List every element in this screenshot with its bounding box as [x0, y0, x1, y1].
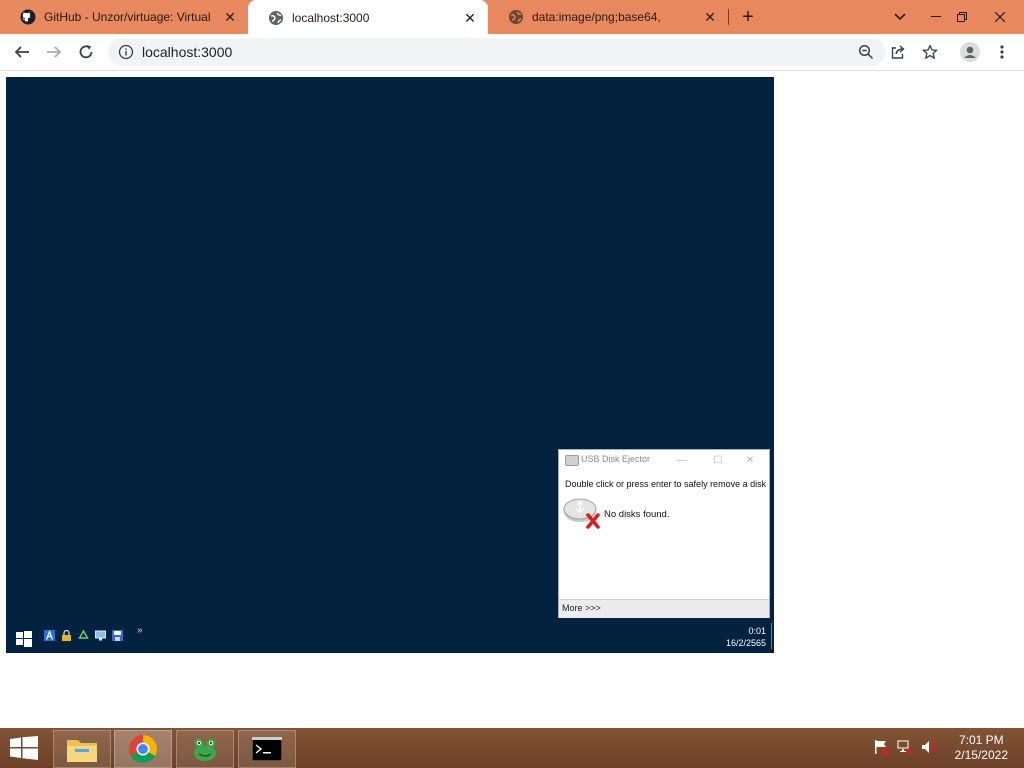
tab-data-image[interactable]: data:image/png;base64, ✕: [488, 0, 728, 34]
chrome-icon[interactable]: [114, 730, 172, 768]
zoom-icon[interactable]: [852, 38, 880, 66]
tab-localhost[interactable]: localhost:3000 ✕: [248, 0, 488, 36]
address-bar[interactable]: localhost:3000: [108, 38, 886, 66]
host-clock-date: 2/15/2022: [954, 748, 1008, 762]
host-clock-time: 7:01 PM: [958, 733, 1004, 747]
close-window-icon[interactable]: [984, 0, 1016, 34]
globe-icon: [268, 10, 284, 26]
close-icon[interactable]: ✕: [743, 452, 757, 468]
network-icon[interactable]: [896, 738, 914, 756]
more-button[interactable]: More >>>: [562, 603, 601, 613]
tab-title: localhost:3000: [292, 11, 370, 25]
browser-toolbar: localhost:3000: [0, 34, 1024, 71]
status-text: No disks found.: [604, 509, 670, 520]
remote-desktop-canvas[interactable]: USB Disk Ejector — ☐ ✕ Double click or p…: [6, 77, 774, 653]
usb-drive-icon: [565, 455, 579, 466]
remote-taskbar: » 0:01 16/2/2565: [6, 618, 774, 653]
usb-disk-ejector-window[interactable]: USB Disk Ejector — ☐ ✕ Double click or p…: [558, 449, 770, 619]
url-text: localhost:3000: [142, 44, 233, 60]
windows-start-icon[interactable]: [16, 631, 32, 647]
action-center-flag-icon[interactable]: [872, 738, 890, 756]
close-tab-icon[interactable]: ✕: [222, 9, 238, 25]
forward-icon[interactable]: [40, 38, 68, 66]
quick-launch-chevron-icon[interactable]: »: [137, 625, 143, 636]
disk-error-icon: [563, 496, 601, 530]
terminal-icon[interactable]: [238, 730, 296, 768]
remote-clock-date: 16/2/2565: [725, 638, 766, 648]
tab-title: GitHub - Unzor/virtuage: Virtual: [44, 10, 211, 24]
profile-avatar-icon[interactable]: [956, 38, 984, 66]
tab-search-chevron-icon[interactable]: [884, 0, 916, 34]
frog-app-icon[interactable]: [176, 730, 234, 768]
window-title: USB Disk Ejector: [581, 454, 651, 464]
window-titlebar[interactable]: USB Disk Ejector — ☐ ✕: [559, 450, 769, 470]
browser-tab-strip: GitHub - Unzor/virtuage: Virtual ✕ local…: [0, 0, 1024, 36]
monitor-icon[interactable]: [95, 628, 106, 641]
more-bar: More >>>: [559, 599, 769, 618]
back-icon[interactable]: [8, 38, 36, 66]
tab-github[interactable]: GitHub - Unzor/virtuage: Virtual ✕: [0, 0, 248, 34]
tab-separator: [728, 9, 729, 25]
new-tab-button[interactable]: +: [736, 4, 760, 30]
host-taskbar: 7:01 PM 2/15/2022: [0, 728, 1024, 768]
globe-icon: [508, 9, 524, 25]
font-icon[interactable]: [44, 628, 55, 641]
windows-start-icon[interactable]: [10, 736, 38, 760]
share-icon[interactable]: [884, 38, 912, 66]
restore-icon[interactable]: [946, 0, 978, 34]
tab-title: data:image/png;base64,: [532, 10, 661, 24]
maximize-icon[interactable]: ☐: [711, 452, 725, 468]
host-clock[interactable]: 7:01 PM 2/15/2022: [955, 733, 1008, 763]
save-icon[interactable]: [112, 628, 123, 641]
file-explorer-icon[interactable]: [53, 730, 111, 768]
recycle-icon[interactable]: [78, 628, 89, 639]
lock-icon[interactable]: [61, 628, 72, 641]
close-tab-icon[interactable]: ✕: [462, 10, 478, 26]
show-desktop-divider[interactable]: [771, 623, 772, 649]
reload-icon[interactable]: [72, 38, 100, 66]
volume-muted-icon[interactable]: [920, 738, 938, 756]
remote-clock-time: 0:01: [748, 626, 766, 636]
minimize-icon[interactable]: —: [675, 452, 689, 468]
remote-clock[interactable]: 0:01 16/2/2565: [726, 625, 766, 649]
site-info-icon[interactable]: [118, 44, 134, 60]
github-icon: [20, 9, 36, 25]
close-tab-icon[interactable]: ✕: [702, 9, 718, 25]
instruction-text: Double click or press enter to safely re…: [565, 479, 767, 489]
bookmark-star-icon[interactable]: [916, 38, 944, 66]
menu-kebab-icon[interactable]: [988, 38, 1016, 66]
